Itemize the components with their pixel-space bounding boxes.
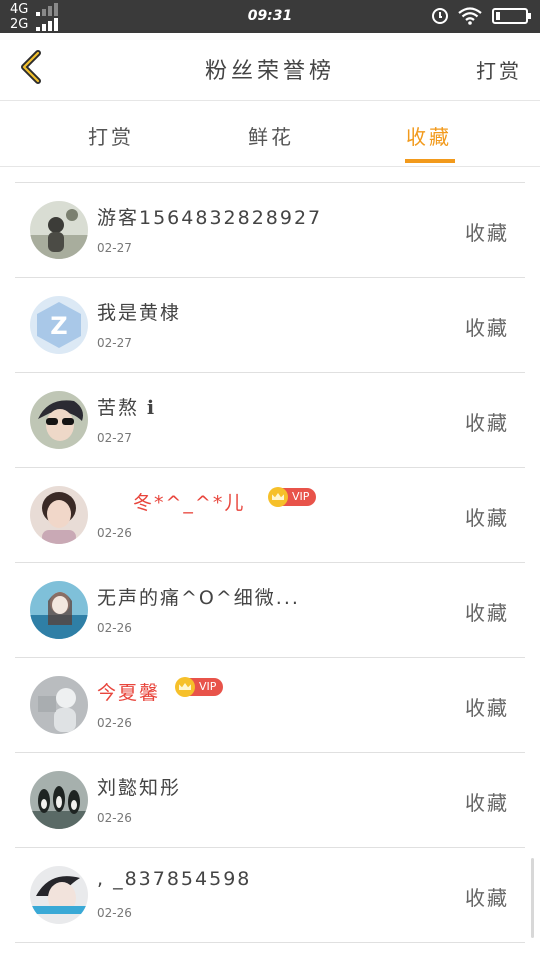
fan-date: 02-26 xyxy=(97,526,132,540)
list-item[interactable]: , _837854598 02-26 收藏 xyxy=(15,848,525,943)
list-item[interactable]: 刘懿知彤 02-26 收藏 xyxy=(15,753,525,848)
svg-text:Z: Z xyxy=(50,312,67,340)
fan-date: 02-26 xyxy=(97,621,132,635)
alarm-icon xyxy=(432,8,448,24)
fan-name: 游客1564832828927 xyxy=(97,207,323,229)
tab-flowers[interactable]: 鲜花 xyxy=(248,121,294,150)
crown-icon xyxy=(268,487,288,507)
favorite-label: 收藏 xyxy=(465,601,509,625)
fan-date: 02-27 xyxy=(97,336,132,350)
crown-icon xyxy=(175,677,195,697)
favorite-label: 收藏 xyxy=(465,506,509,530)
favorite-label: 收藏 xyxy=(465,411,509,435)
active-tab-indicator xyxy=(405,159,455,163)
favorite-label: 收藏 xyxy=(465,221,509,245)
favorite-label: 收藏 xyxy=(465,791,509,815)
list-item[interactable]: 今夏馨 VIP 02-26 收藏 xyxy=(15,658,525,753)
list-item[interactable]: Z 我是黄棣 02-27 收藏 xyxy=(15,278,525,373)
tab-bar: 打赏 鲜花 收藏 xyxy=(0,101,540,167)
avatar xyxy=(30,676,88,734)
status-bar: 4G 2G 09:31 xyxy=(0,0,540,33)
list-item[interactable]: 苦熬 ℹ 02-27 收藏 xyxy=(15,373,525,468)
fan-name: 我是黄棣 xyxy=(97,302,182,324)
fan-name: 无声的痛^O^细微... xyxy=(97,587,300,609)
fan-name: , _837854598 xyxy=(97,868,252,890)
favorite-label: 收藏 xyxy=(465,696,509,720)
fan-name: 刘懿知彤 xyxy=(97,777,182,799)
avatar: Z xyxy=(30,296,88,354)
fan-name: 苦熬 ℹ xyxy=(97,397,157,419)
avatar xyxy=(30,771,88,829)
favorite-label: 收藏 xyxy=(465,886,509,910)
tab-favorites[interactable]: 收藏 xyxy=(406,121,452,150)
fan-date: 02-26 xyxy=(97,906,132,920)
avatar xyxy=(30,201,88,259)
avatar xyxy=(30,581,88,639)
battery-icon xyxy=(492,8,531,24)
avatar xyxy=(30,866,88,924)
scrollbar[interactable] xyxy=(531,858,534,938)
vip-badge: VIP xyxy=(175,677,224,697)
fan-date: 02-26 xyxy=(97,811,132,825)
fan-list: 游客1564832828927 02-27 收藏 Z 我是黄棣 02-27 收藏… xyxy=(15,182,525,943)
reward-button[interactable]: 打赏 xyxy=(476,55,522,84)
fan-date: 02-27 xyxy=(97,431,132,445)
fan-date: 02-27 xyxy=(97,241,132,255)
fan-name: 今夏馨 xyxy=(97,682,161,704)
list-item[interactable]: 冬*^_^*儿 VIP 02-26 收藏 xyxy=(15,468,525,563)
fan-name: 冬*^_^*儿 xyxy=(133,492,246,514)
avatar xyxy=(30,486,88,544)
page-title: 粉丝荣誉榜 xyxy=(204,59,335,84)
tab-reward[interactable]: 打赏 xyxy=(88,121,134,150)
list-item[interactable]: 游客1564832828927 02-27 收藏 xyxy=(15,183,525,278)
favorite-label: 收藏 xyxy=(465,316,509,340)
vip-badge: VIP xyxy=(268,487,317,507)
fan-date: 02-26 xyxy=(97,716,132,730)
avatar xyxy=(30,391,88,449)
list-item[interactable]: 无声的痛^O^细微... 02-26 收藏 xyxy=(15,563,525,658)
wifi-icon xyxy=(458,7,482,25)
header: 粉丝荣誉榜 打赏 xyxy=(0,33,540,101)
